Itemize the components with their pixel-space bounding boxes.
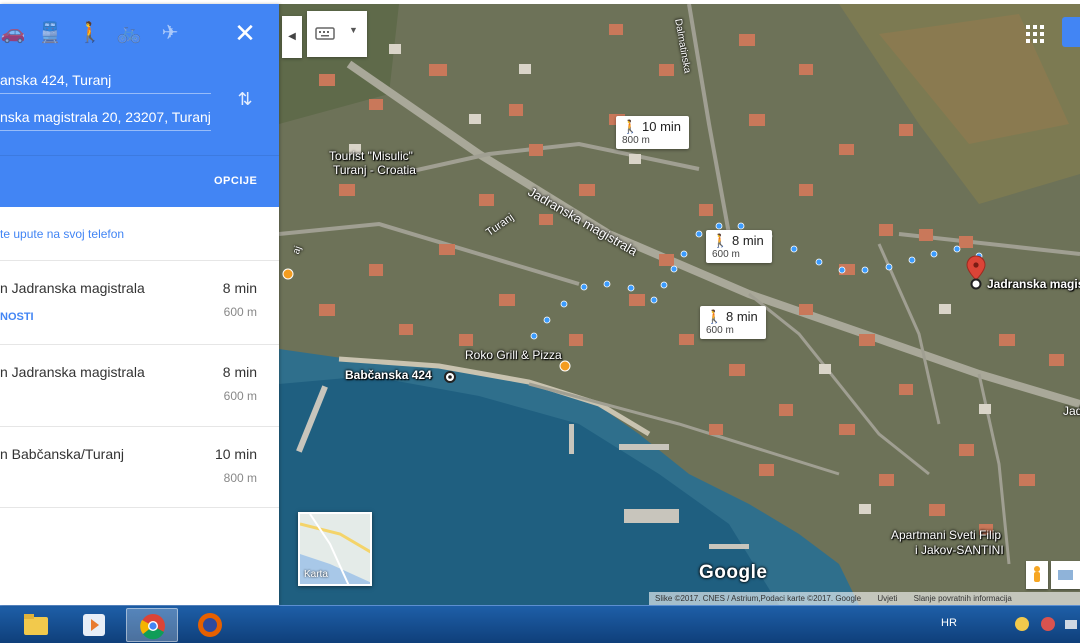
- transit-icon[interactable]: 🚆: [37, 20, 63, 46]
- callout-distance: 600 m: [706, 325, 734, 336]
- route-via: n Babčanska/Turanj: [0, 446, 124, 462]
- route-callout[interactable]: 🚶 10 min 800 m: [616, 116, 690, 149]
- origin-input[interactable]: anska 424, Turanj: [0, 66, 211, 94]
- apartments-label-line1[interactable]: Apartmani Sveti Filip: [891, 528, 1001, 542]
- callout-time: 8 min: [732, 233, 764, 248]
- layer-label: Karta: [304, 569, 328, 580]
- tourist-label-line2[interactable]: Turanj - Croatia: [333, 163, 416, 177]
- firefox-icon[interactable]: [184, 608, 236, 642]
- apartments-label-line2[interactable]: i Jakov-SANTINI: [915, 543, 1004, 557]
- route-via: n Jadranska magistrala: [0, 364, 145, 380]
- restaurant-label[interactable]: Roko Grill & Pizza: [465, 348, 562, 362]
- map-imagery: [279, 4, 1080, 605]
- keyboard-icon: [315, 27, 335, 40]
- network-icon[interactable]: [1062, 614, 1080, 634]
- walk-icon: 🚶: [622, 119, 639, 134]
- route-option[interactable]: n Jadranska magistrala 8 min 600 m: [0, 344, 279, 426]
- route-time: 8 min: [222, 364, 257, 380]
- view-toggle-icon[interactable]: [1051, 561, 1080, 589]
- file-explorer-icon[interactable]: [10, 608, 62, 642]
- route-callout[interactable]: 🚶 8 min 600 m: [706, 230, 772, 263]
- flight-icon[interactable]: ✈: [157, 20, 183, 46]
- close-icon[interactable]: ✕: [232, 20, 258, 46]
- header-divider: [0, 155, 279, 156]
- tourist-label-line1[interactable]: Tourist "Misulic": [329, 149, 413, 163]
- callout-time: 10 min: [642, 119, 682, 134]
- route-time: 10 min: [214, 446, 257, 462]
- taskbar: HR: [0, 605, 1080, 643]
- origin-label[interactable]: Babčanska 424: [345, 368, 432, 382]
- route-option[interactable]: n Jadranska magistrala 8 min 600 m NOSTI: [0, 260, 279, 344]
- directions-panel: 🚗 🚆 🚶 🚲 ✈ ✕ anska 424, Turanj nska magis…: [0, 4, 279, 605]
- route-distance: 600 m: [223, 305, 257, 319]
- car-icon[interactable]: 🚗: [0, 20, 26, 46]
- destination-label[interactable]: Jadranska magistrala: [987, 277, 1080, 291]
- walk-icon: 🚶: [712, 233, 729, 248]
- stop-icon[interactable]: [1038, 614, 1058, 634]
- walk-icon: 🚶: [706, 309, 723, 324]
- callout-time: 8 min: [726, 309, 758, 324]
- send-to-phone-link[interactable]: te upute na svoj telefon: [0, 226, 240, 242]
- route-distance: 800 m: [223, 471, 257, 485]
- pegman-icon[interactable]: [1026, 561, 1048, 589]
- media-player-icon[interactable]: [68, 608, 120, 642]
- options-button[interactable]: OPCIJE: [214, 172, 264, 190]
- bicycle-icon[interactable]: 🚲: [116, 20, 142, 46]
- sign-in-button[interactable]: [1062, 17, 1080, 47]
- destination-input[interactable]: nska magistrala 20, 23207, Turanj: [0, 103, 211, 131]
- road-label-edge-right: Jad: [1063, 404, 1080, 418]
- route-callout[interactable]: 🚶 8 min 600 m: [700, 306, 766, 339]
- directions-header: 🚗 🚆 🚶 🚲 ✈ ✕ anska 424, Turanj nska magis…: [0, 4, 279, 207]
- route-details-link[interactable]: NOSTI: [0, 311, 34, 323]
- imagery-credit: Slike ©2017. CNES / Astrium,Podaci karte…: [655, 594, 862, 603]
- map-attribution: Slike ©2017. CNES / Astrium,Podaci karte…: [649, 592, 1080, 605]
- route-time: 8 min: [222, 280, 257, 296]
- chevron-down-icon: ▼: [349, 25, 358, 35]
- walk-icon[interactable]: 🚶: [77, 20, 103, 46]
- satellite-map[interactable]: Babčanska 424 Jadranska magistrala Roko …: [279, 4, 1080, 605]
- input-tools-button[interactable]: ▼: [307, 11, 367, 57]
- swap-icon[interactable]: ⇅: [234, 86, 256, 112]
- map-layer-toggle[interactable]: Karta: [298, 512, 372, 586]
- callout-distance: 800 m: [622, 135, 650, 146]
- feedback-link[interactable]: Slanje povratnih informacija: [914, 594, 1012, 603]
- language-indicator[interactable]: HR: [941, 617, 957, 629]
- route-option[interactable]: n Babčanska/Turanj 10 min 800 m: [0, 426, 279, 508]
- route-distance: 600 m: [223, 389, 257, 403]
- callout-distance: 600 m: [712, 249, 740, 260]
- terms-link[interactable]: Uvjeti: [877, 594, 897, 603]
- apps-grid-icon[interactable]: [1023, 22, 1047, 46]
- collapse-panel-button[interactable]: ◀: [282, 16, 302, 58]
- notification-icon[interactable]: [1012, 614, 1032, 634]
- route-via: n Jadranska magistrala: [0, 280, 145, 296]
- google-logo: Google: [699, 562, 768, 583]
- chrome-icon[interactable]: [126, 608, 178, 642]
